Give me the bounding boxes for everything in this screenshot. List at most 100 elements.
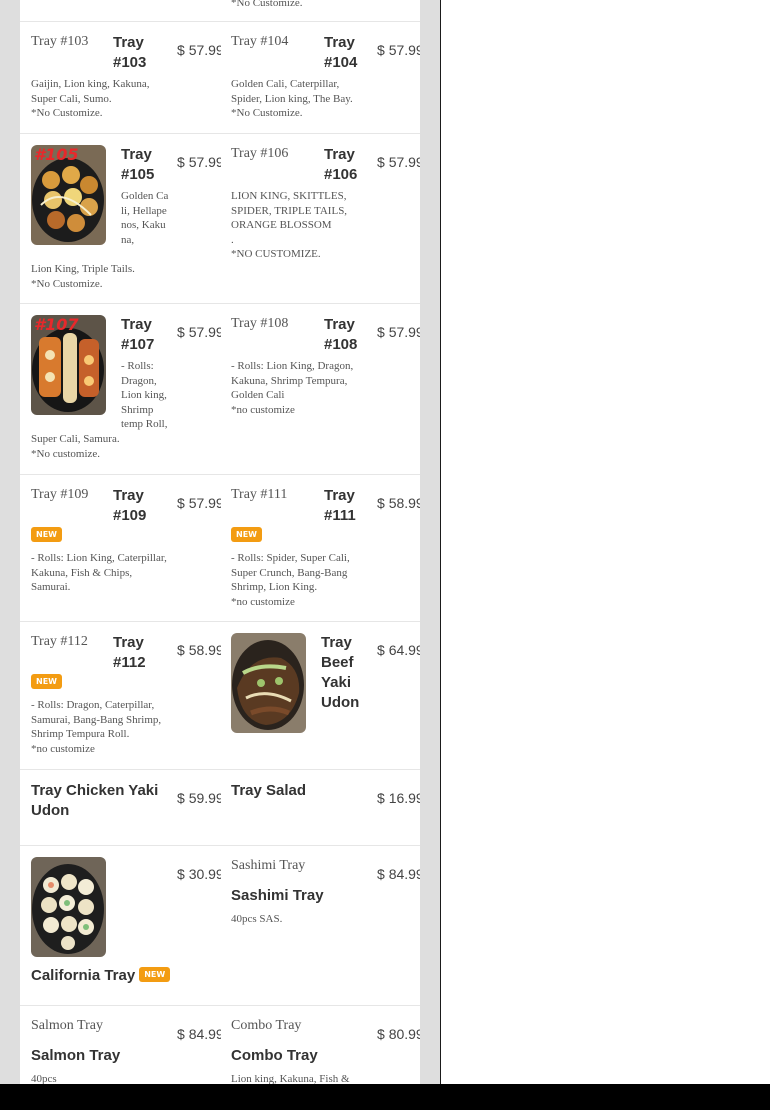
item-price: $ 59.99 bbox=[177, 790, 221, 806]
item-image-alt: Salmon Tray bbox=[31, 1018, 103, 1033]
menu-row: Tray Chicken Yaki Udon $ 59.99 Tray Sala… bbox=[20, 770, 420, 846]
item-name: Tray #112 bbox=[113, 634, 146, 671]
item-description: - Rolls: Dragon, Caterpillar, Samurai, B… bbox=[31, 699, 162, 740]
item-image-alt: Tray #104 bbox=[231, 34, 289, 49]
item-name: Tray Chicken Yaki Udon bbox=[31, 782, 159, 819]
item-note: *no customize bbox=[231, 595, 295, 608]
item-description: LION KING, SKITTLES, SPIDER, TRIPLE TAIL… bbox=[231, 190, 348, 231]
menu-item-sashimi-tray[interactable]: Sashimi Tray $ 84.99 Sashimi Tray 40pcs … bbox=[231, 846, 420, 1005]
item-note: *No customize. bbox=[31, 447, 101, 460]
menu-row: *No Customize. bbox=[20, 0, 420, 22]
item-name: Tray Salad bbox=[231, 782, 307, 799]
item-name: Tray #106 bbox=[324, 146, 358, 183]
new-badge: NEW bbox=[31, 527, 62, 542]
item-name: Tray #107 bbox=[121, 316, 155, 353]
item-price: $ 57.99 bbox=[177, 42, 221, 58]
menu-item-california-tray[interactable]: $ 30.99 California Tray NEW bbox=[31, 846, 221, 1005]
item-description: Golden Cali, Hellapenos, Kakuna, bbox=[121, 190, 169, 246]
item-name: Tray #105 bbox=[121, 146, 155, 183]
item-description: - Rolls: Spider, Super Cali, Super Crunc… bbox=[231, 552, 350, 593]
menu-item-partial[interactable]: *No Customize. bbox=[231, 0, 420, 21]
item-price: $ 58.99 bbox=[177, 642, 221, 658]
item-price: $ 84.99 bbox=[377, 866, 420, 882]
item-price: $ 58.99 bbox=[377, 495, 420, 511]
menu-item-tray-106[interactable]: Tray #106 Tray #106 $ 57.99 LION KING, S… bbox=[231, 134, 420, 303]
item-image-alt: Tray #108 bbox=[231, 316, 289, 331]
item-note: *no customize bbox=[231, 403, 295, 416]
menu-item-tray-salad[interactable]: Tray Salad $ 16.99 bbox=[231, 770, 420, 845]
tray-number-label: #107 bbox=[34, 315, 79, 334]
item-description: Gaijin, Lion king, Kakuna, Super Cali, S… bbox=[31, 78, 150, 105]
item-image: #105 bbox=[31, 145, 106, 245]
item-name: Tray #109 bbox=[113, 487, 147, 524]
item-description: Lion King, Triple Tails. bbox=[31, 263, 135, 275]
item-price: $ 64.99 bbox=[377, 642, 420, 658]
item-description: Lion king, Kakuna, Fish & bbox=[231, 1073, 350, 1084]
item-price: $ 30.99 bbox=[177, 866, 221, 882]
item-name: Salmon Tray bbox=[31, 1047, 121, 1064]
menu-row: Salmon Tray $ 84.99 Salmon Tray 40pcs Co… bbox=[20, 1006, 420, 1084]
menu-item-tray-beef-yaki-udon[interactable]: Tray Beef Yaki Udon $ 64.99 bbox=[231, 622, 420, 769]
item-name: California Tray bbox=[31, 967, 136, 984]
item-description: Golden Cali, Caterpillar, Spider, Lion k… bbox=[231, 78, 353, 105]
item-image-alt: Tray #103 bbox=[31, 34, 89, 49]
item-name: Tray #111 bbox=[324, 487, 356, 524]
tray-number-label: #105 bbox=[34, 145, 79, 164]
item-note: *No Customize. bbox=[31, 277, 103, 290]
menu-item-tray-chicken-yaki-udon[interactable]: Tray Chicken Yaki Udon $ 59.99 bbox=[31, 770, 221, 845]
item-image-alt: Combo Tray bbox=[231, 1018, 302, 1033]
item-price: $ 84.99 bbox=[177, 1026, 221, 1042]
item-image bbox=[31, 857, 106, 957]
item-note: *NO CUSTOMIZE. bbox=[231, 248, 321, 260]
item-image-alt: Sashimi Tray bbox=[231, 858, 306, 873]
menu-row: Tray #109 Tray #109 $ 57.99 NEW - Rolls:… bbox=[20, 475, 420, 622]
item-note: *No Customize. bbox=[231, 107, 303, 119]
item-price: $ 80.99 bbox=[377, 1026, 420, 1042]
item-price: $ 57.99 bbox=[177, 154, 221, 170]
item-price: $ 57.99 bbox=[177, 324, 221, 340]
item-description: 40pcs bbox=[31, 1073, 57, 1084]
panel-divider bbox=[440, 0, 441, 1084]
item-price: $ 57.99 bbox=[377, 324, 420, 340]
item-image-alt: Tray #112 bbox=[31, 634, 88, 649]
item-name: Tray #103 bbox=[113, 34, 147, 71]
menu-item-tray-103[interactable]: Tray #103 Tray #103 $ 57.99 Gaijin, Lion… bbox=[31, 22, 221, 133]
menu-row: Tray #103 Tray #103 $ 57.99 Gaijin, Lion… bbox=[20, 22, 420, 134]
new-badge: NEW bbox=[31, 674, 62, 689]
item-name: Sashimi Tray bbox=[231, 887, 324, 904]
item-note: *no customize bbox=[31, 742, 95, 755]
item-image: #107 bbox=[31, 315, 106, 415]
menu-item-tray-111[interactable]: Tray #111 Tray #111 $ 58.99 NEW - Rolls:… bbox=[231, 475, 420, 621]
menu-row: Tray #112 Tray #112 $ 58.99 NEW - Rolls:… bbox=[20, 622, 420, 770]
menu-item-combo-tray[interactable]: Combo Tray $ 80.99 Combo Tray Lion king,… bbox=[231, 1006, 420, 1084]
item-note: *No Customize. bbox=[31, 107, 103, 119]
menu-item-tray-104[interactable]: Tray #104 Tray #104 $ 57.99 Golden Cali,… bbox=[231, 22, 420, 133]
item-description-dot: . bbox=[231, 233, 234, 246]
item-image bbox=[231, 633, 306, 733]
menu-item-tray-109[interactable]: Tray #109 Tray #109 $ 57.99 NEW - Rolls:… bbox=[31, 475, 221, 621]
item-price: $ 57.99 bbox=[377, 154, 420, 170]
menu-item-salmon-tray[interactable]: Salmon Tray $ 84.99 Salmon Tray 40pcs bbox=[31, 1006, 221, 1084]
item-name: Tray Beef Yaki Udon bbox=[321, 634, 360, 711]
item-price: $ 16.99 bbox=[377, 790, 420, 806]
item-description: Super Cali, Samura. bbox=[31, 433, 120, 445]
item-note: *No Customize. bbox=[231, 0, 303, 9]
menu-panel: *No Customize. Tray #103 Tray #103 $ 57.… bbox=[0, 0, 440, 1084]
menu-item-tray-107[interactable]: #107 Tray #107 $ 57.99 - Rolls: Dragon, … bbox=[31, 304, 221, 474]
new-badge: NEW bbox=[231, 527, 262, 542]
item-image-alt: Tray #106 bbox=[231, 146, 289, 161]
item-price: $ 57.99 bbox=[377, 42, 420, 58]
item-name: Tray #104 bbox=[324, 34, 358, 71]
menu-item-tray-112[interactable]: Tray #112 Tray #112 $ 58.99 NEW - Rolls:… bbox=[31, 622, 221, 769]
item-description: - Rolls: Lion King, Caterpillar, Kakuna,… bbox=[31, 552, 167, 593]
menu-list: *No Customize. Tray #103 Tray #103 $ 57.… bbox=[20, 0, 420, 1084]
bottom-bar bbox=[0, 1084, 770, 1110]
menu-row: #107 Tray #107 $ 57.99 - Rolls: Dragon, … bbox=[20, 304, 420, 475]
menu-row: #105 Tray #105 $ 57.99 Golden Cali, Hell… bbox=[20, 134, 420, 304]
item-description: - Rolls: Dragon, Lion king, Shrimp temp … bbox=[121, 360, 168, 430]
item-name: Combo Tray bbox=[231, 1047, 318, 1064]
item-image-alt: Tray #109 bbox=[31, 487, 89, 502]
new-badge: NEW bbox=[139, 967, 171, 982]
menu-item-tray-105[interactable]: #105 Tray #105 $ 57.99 Golden Cali, Hell… bbox=[31, 134, 221, 303]
menu-item-tray-108[interactable]: Tray #108 Tray #108 $ 57.99 - Rolls: Lio… bbox=[231, 304, 420, 474]
